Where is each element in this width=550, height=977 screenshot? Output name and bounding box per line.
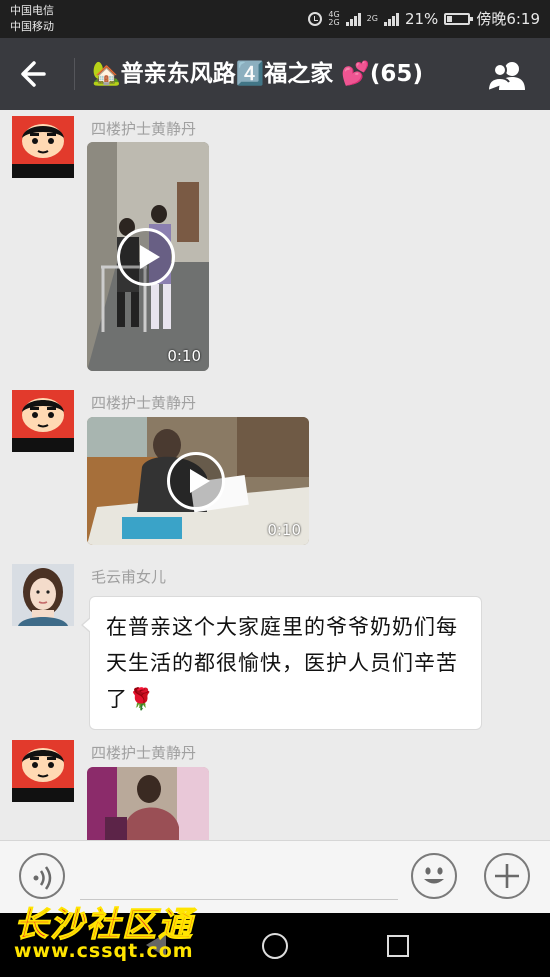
sender-name: 毛云甫女儿 [91,568,167,586]
video-duration: 0:10 [267,521,301,539]
text-bubble[interactable]: 在普亲这个大家庭里的爷爷奶奶们每天生活的都很愉快，医护人员们辛苦了🌹 [81,596,482,730]
voice-icon[interactable] [19,853,65,899]
emoji-icon[interactable] [411,853,457,899]
signal-1-icon [345,12,361,26]
avatar-woman[interactable] [12,564,74,626]
avatar-crayon-shin[interactable] [12,740,74,802]
image-thumbnail[interactable] [87,767,209,840]
sender-name: 四楼护士黄静丹 [91,394,197,412]
video-thumbnail[interactable]: 0:10 [87,142,209,371]
nav-recent-apps-icon[interactable] [387,935,409,957]
carrier-2: 中国移动 [10,20,54,33]
carrier-1: 中国电信 [10,4,54,17]
video-duration: 0:10 [167,347,201,365]
signal-2-icon [383,12,399,26]
plus-icon[interactable] [484,853,530,899]
avatar-crayon-shin[interactable] [12,116,74,178]
battery-icon [444,12,474,25]
chat-header: 🏡普亲东风路4️⃣福之家 💕(65) [0,38,550,110]
clock: 傍晚6:19 [476,10,540,28]
network-type-2: 2G [366,13,378,23]
video-thumbnail[interactable]: 0:10 [87,417,309,545]
sender-name: 四楼护士黄静丹 [91,120,197,138]
sender-name: 四楼护士黄静丹 [91,744,197,762]
play-icon[interactable] [117,228,175,286]
play-icon[interactable] [167,452,225,510]
back-arrow-icon[interactable] [16,56,56,92]
watermark-url: www.cssqt.com [14,940,194,962]
chat-messages[interactable]: 四楼护士黄静丹 0:10 四楼护士黄静丹 0:10 毛云甫女儿 在普亲这个大家庭… [0,110,550,840]
nav-home-icon[interactable] [262,933,288,959]
status-bar: 中国电信 中国移动 4G 2G 2G 21% 傍晚6:19 [0,0,550,38]
group-members-icon[interactable] [486,58,530,92]
alarm-icon [308,11,323,26]
header-divider [74,58,75,90]
watermark-title: 长沙社区通 [14,905,194,946]
chat-title: 🏡普亲东风路4️⃣福之家 💕(65) [92,61,423,87]
avatar-crayon-shin[interactable] [12,390,74,452]
network-type: 4G 2G [328,9,340,27]
battery-percent: 21% [404,9,439,28]
